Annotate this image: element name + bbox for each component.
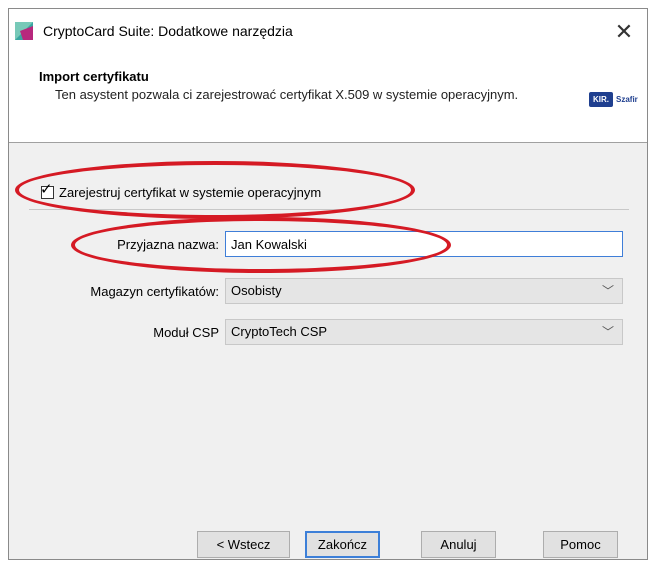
window-title: CryptoCard Suite: Dodatkowe narzędzia bbox=[43, 23, 293, 39]
wizard-header: Import certyfikatu Ten asystent pozwala … bbox=[9, 55, 647, 143]
wizard-title: Import certyfikatu bbox=[39, 69, 149, 84]
brand-logo-word: Szafir bbox=[616, 95, 638, 104]
csp-module-label: Moduł CSP bbox=[153, 325, 219, 340]
app-icon bbox=[15, 22, 33, 40]
chevron-down-icon: ﹀ bbox=[601, 284, 614, 298]
csp-module-value: CryptoTech CSP bbox=[231, 324, 328, 339]
csp-module-select[interactable]: CryptoTech CSP ﹀ bbox=[225, 319, 623, 345]
register-checkbox-box[interactable]: ✓ bbox=[40, 182, 54, 199]
title-bar: CryptoCard Suite: Dodatkowe narzędzia ✕ bbox=[9, 9, 647, 55]
cert-store-select[interactable]: Osobisty ﹀ bbox=[225, 278, 623, 304]
dialog-window: CryptoCard Suite: Dodatkowe narzędzia ✕ … bbox=[8, 8, 648, 560]
wizard-description: Ten asystent pozwala ci zarejestrować ce… bbox=[55, 87, 519, 102]
brand-logo: KIR. Szafir bbox=[589, 92, 638, 107]
close-icon: ✕ bbox=[614, 19, 634, 44]
section-divider bbox=[29, 209, 629, 210]
help-button[interactable]: Pomoc bbox=[543, 531, 618, 558]
register-checkbox-label: Zarejestruj certyfikat w systemie operac… bbox=[59, 185, 322, 200]
register-checkbox[interactable]: ✓ Zarejestruj certyfikat w systemie oper… bbox=[40, 182, 322, 200]
finish-button[interactable]: Zakończ bbox=[305, 531, 380, 558]
chevron-down-icon: ﹀ bbox=[601, 325, 614, 339]
cert-store-label: Magazyn certyfikatów: bbox=[90, 284, 219, 299]
back-button[interactable]: < Wstecz bbox=[197, 531, 290, 558]
friendly-name-input[interactable] bbox=[225, 231, 623, 257]
close-button[interactable]: ✕ bbox=[609, 17, 639, 47]
check-icon: ✓ bbox=[40, 181, 53, 198]
brand-logo-box: KIR. bbox=[589, 92, 613, 107]
cancel-button[interactable]: Anuluj bbox=[421, 531, 496, 558]
cert-store-value: Osobisty bbox=[231, 283, 282, 298]
friendly-name-label: Przyjazna nazwa: bbox=[117, 237, 219, 252]
